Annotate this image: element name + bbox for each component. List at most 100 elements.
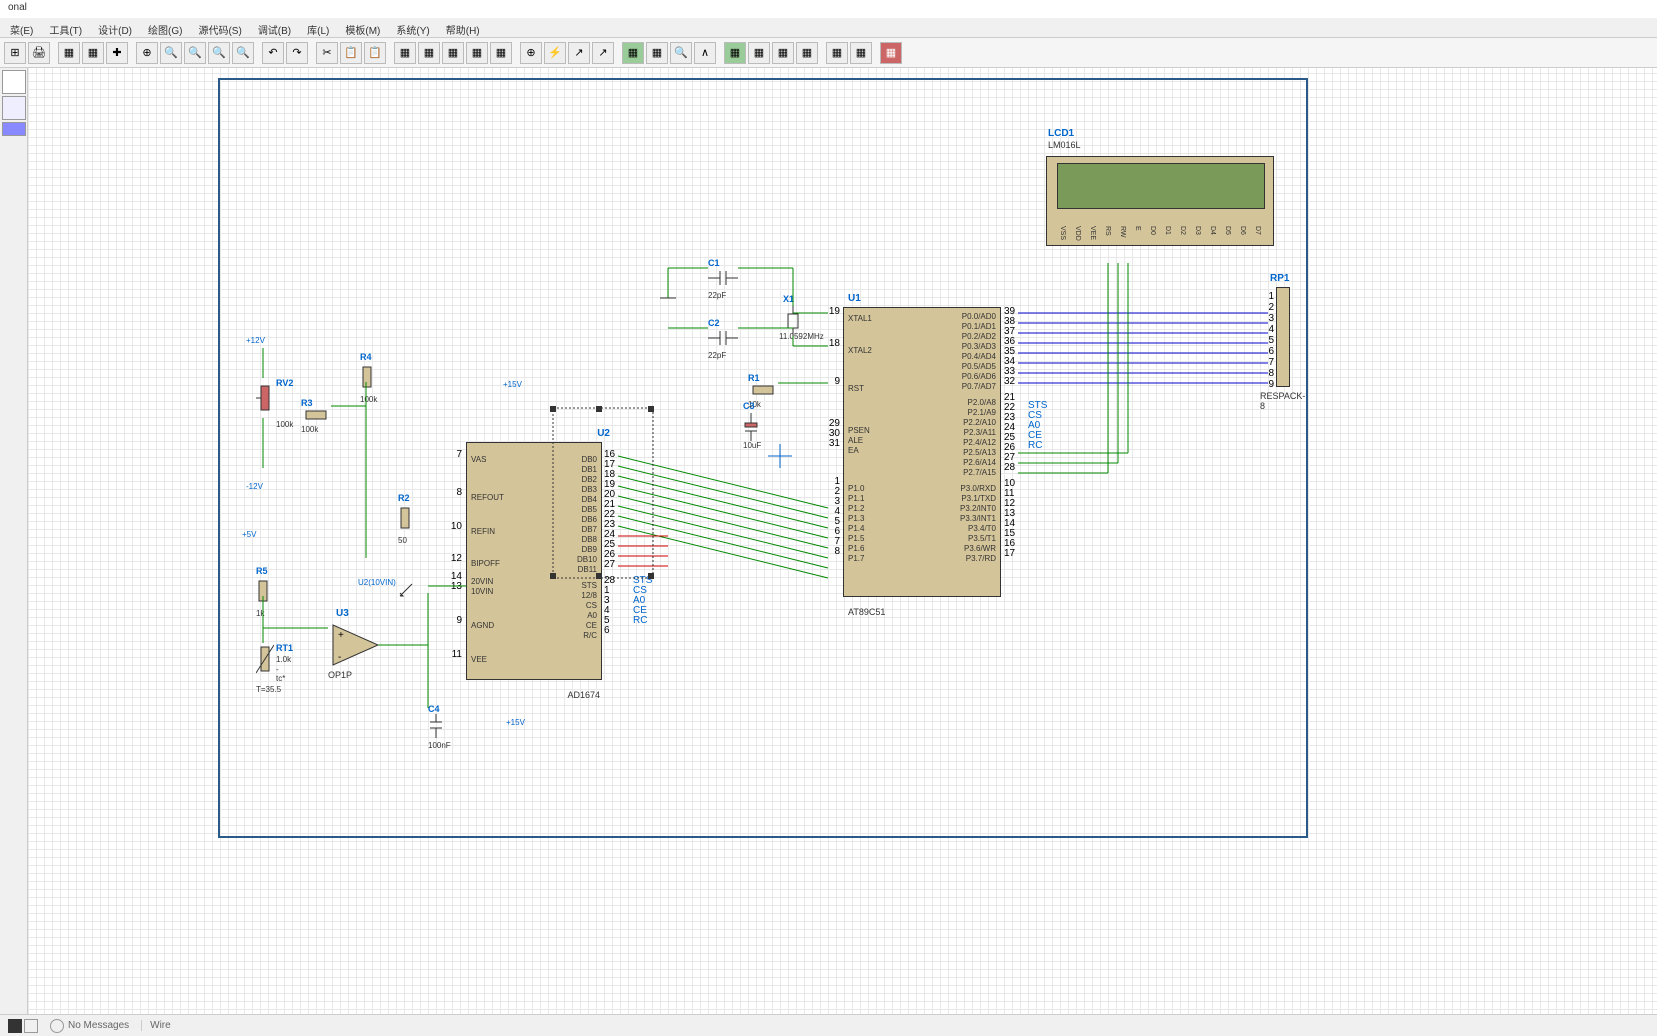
power-p15v-2: +15V (506, 718, 525, 727)
menu-library[interactable]: 库(L) (301, 20, 335, 35)
component-rp1[interactable]: RP1 123456789 RESPACK-8 (1268, 273, 1308, 413)
power-p12v: +12V (246, 336, 265, 345)
svg-text:+: + (338, 630, 344, 641)
menu-tools[interactable]: 工具(T) (43, 20, 88, 35)
tool-sim1-icon[interactable]: ▦ (724, 42, 746, 64)
u3-ref: U3 (336, 608, 349, 619)
selected-item[interactable] (2, 122, 26, 136)
title-bar: onal (0, 0, 1657, 18)
u2-model: AD1674 (567, 690, 600, 700)
status-mode: Wire (150, 1020, 171, 1031)
app-title: onal (8, 2, 27, 13)
u1-right-nums: 3938373635343332212223242526272810111213… (1004, 307, 1018, 559)
tool-block5-icon[interactable]: ▦ (490, 42, 512, 64)
tool-zoomout-icon[interactable]: 🔍 (184, 42, 206, 64)
tool-find-icon[interactable]: 🔍 (670, 42, 692, 64)
tool-sim2-icon[interactable]: ▦ (748, 42, 770, 64)
tool-arrow1-icon[interactable]: ↗ (568, 42, 590, 64)
tool-comp2-icon[interactable]: ▦ (646, 42, 668, 64)
tool-block2-icon[interactable]: ▦ (418, 42, 440, 64)
u1-ref: U1 (848, 293, 861, 304)
component-c4[interactable]: C4 100nF (428, 704, 451, 750)
lcd1-model: LM016L (1048, 140, 1081, 150)
preview-icon[interactable] (2, 70, 26, 94)
svg-text:-: - (338, 652, 341, 663)
menu-edit[interactable]: 菜(E) (4, 20, 39, 35)
component-r4[interactable]: R4 100k (360, 352, 377, 404)
component-u2[interactable]: U2 VAS REFOUT REFIN BIPOFF 20VIN 10VIN A… (466, 428, 616, 688)
menu-source[interactable]: 源代码(S) (192, 20, 247, 35)
tool-grid-icon[interactable]: ⊞ (4, 42, 26, 64)
tool-redo-icon[interactable]: ↷ (286, 42, 308, 64)
tool-area-icon[interactable]: ▦ (58, 42, 80, 64)
rp1-ref: RP1 (1270, 273, 1289, 284)
u2-ref: U2 (597, 428, 610, 439)
tool-comp1-icon[interactable]: ▦ (622, 42, 644, 64)
tool-comp3-icon[interactable]: ∧ (694, 42, 716, 64)
tool-print-icon[interactable]: 🖨 (28, 42, 50, 64)
power-p5v: +5V (242, 530, 256, 539)
lcd1-ref: LCD1 (1048, 128, 1074, 139)
u1-model: AT89C51 (848, 607, 885, 617)
menu-debug[interactable]: 调试(B) (252, 20, 297, 35)
tool-doc2-icon[interactable]: ▦ (850, 42, 872, 64)
tool-zoomfit-icon[interactable]: 🔍 (208, 42, 230, 64)
component-r5[interactable]: R5 1k (256, 566, 270, 618)
u3-model: OP1P (328, 670, 352, 680)
tool-center-icon[interactable]: ⊕ (136, 42, 158, 64)
component-rt1[interactable]: RT1 1.0k -tc* T=35.5 (256, 643, 274, 682)
tool-undo-icon[interactable]: ↶ (262, 42, 284, 64)
tool-copy-icon[interactable]: 📋 (340, 42, 362, 64)
menu-template[interactable]: 模板(M) (339, 20, 386, 35)
component-r3[interactable]: R3 100k (301, 398, 331, 434)
tool-block4-icon[interactable]: ▦ (466, 42, 488, 64)
u2-left-nums: 7 8 10 12 14 13 9 11 (450, 450, 462, 660)
component-c3[interactable]: C3 10uF (743, 413, 759, 444)
tool-zoomin-icon[interactable]: 🔍 (160, 42, 182, 64)
net-label-u2-10vin: U2(10VIN) (358, 578, 396, 587)
power-n12v: -12V (246, 482, 263, 491)
tool-sim4-icon[interactable]: ▦ (796, 42, 818, 64)
u1-right-tags: STSCSA0CERC (1028, 401, 1047, 451)
tool-arrow2-icon[interactable]: ↗ (592, 42, 614, 64)
tool-pick-icon[interactable]: ⊕ (520, 42, 542, 64)
component-lcd1[interactable]: LCD1 LM016L VSS VDD VEE RS RW E D0 D1 D2… (1046, 128, 1274, 248)
menu-system[interactable]: 系统(Y) (390, 20, 435, 35)
sim-play-icon[interactable] (8, 1019, 22, 1033)
tool-crosshair-icon[interactable]: ✚ (106, 42, 128, 64)
tool-doc1-icon[interactable]: ▦ (826, 42, 848, 64)
tool-arm-icon[interactable]: ▦ (880, 42, 902, 64)
tool-sim3-icon[interactable]: ▦ (772, 42, 794, 64)
power-p15v-1: +15V (503, 380, 522, 389)
left-panel (0, 68, 28, 1026)
toolbar: ⊞ 🖨 ▦ ▦ ✚ ⊕ 🔍 🔍 🔍 🔍 ↶ ↷ ✂ 📋 📋 ▦ ▦ ▦ ▦ ▦ … (0, 38, 1657, 68)
tool-paste-icon[interactable]: 📋 (364, 42, 386, 64)
component-x1[interactable]: X1 11.0592MHz (783, 306, 803, 339)
tool-cut-icon[interactable]: ✂ (316, 42, 338, 64)
rp1-model: RESPACK-8 (1260, 391, 1308, 411)
status-messages: No Messages (68, 1020, 129, 1031)
component-u1[interactable]: U1 XTAL1 XTAL2 RST PSEN ALE EA P1.0 P1.1… (843, 293, 1015, 603)
component-r2[interactable]: R2 50 (398, 493, 412, 545)
tool-grid2-icon[interactable]: ▦ (82, 42, 104, 64)
sim-pause-icon[interactable] (24, 1019, 38, 1033)
u1-left-nums: 19 18 9 29 30 31 1 2 3 4 5 6 7 8 (828, 307, 840, 557)
menu-design[interactable]: 设计(D) (92, 20, 138, 35)
u2-right-nums: 1617181920212223242526272813456 (604, 450, 615, 636)
menu-help[interactable]: 帮助(H) (440, 20, 486, 35)
schematic-canvas[interactable]: LCD1 LM016L VSS VDD VEE RS RW E D0 D1 D2… (28, 68, 1657, 1026)
menu-draw[interactable]: 绘图(G) (142, 20, 188, 35)
tool-block1-icon[interactable]: ▦ (394, 42, 416, 64)
devices-icon[interactable] (2, 96, 26, 120)
u2-right-tags: STSCSA0CERC (633, 576, 652, 626)
status-led-icon (50, 1019, 64, 1033)
component-rv2[interactable]: RV2 100k (256, 378, 274, 421)
tool-wire-icon[interactable]: ⚡ (544, 42, 566, 64)
main-area: LCD1 LM016L VSS VDD VEE RS RW E D0 D1 D2… (0, 68, 1657, 1026)
component-c2[interactable]: C2 22pF (708, 318, 738, 360)
menu-bar: 菜(E) 工具(T) 设计(D) 绘图(G) 源代码(S) 调试(B) 库(L)… (0, 18, 1657, 38)
component-c1[interactable]: C1 22pF (708, 258, 738, 300)
tool-zoomarea-icon[interactable]: 🔍 (232, 42, 254, 64)
status-bar: No Messages Wire (0, 1014, 1657, 1036)
tool-block3-icon[interactable]: ▦ (442, 42, 464, 64)
